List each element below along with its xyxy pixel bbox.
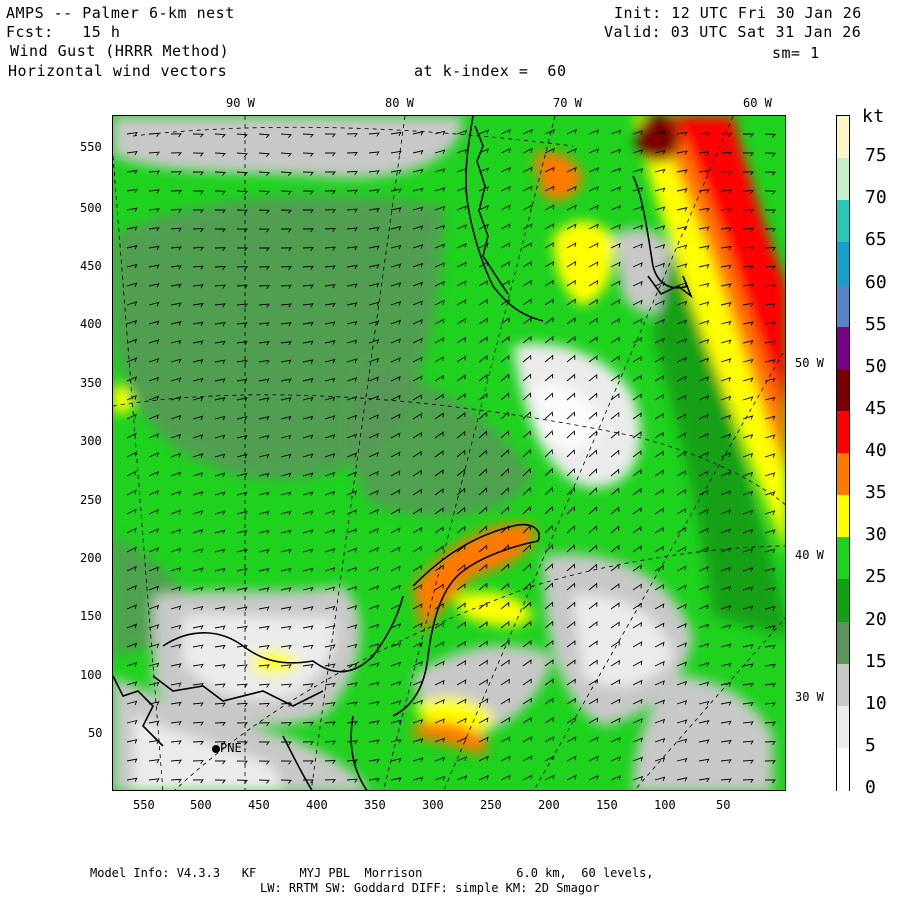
colorbar-level-label: 35 [865, 482, 887, 504]
colorbar-level-label: 20 [865, 608, 887, 630]
lon-label-80w: 80 W [385, 96, 414, 110]
colorbar-segment [837, 453, 849, 496]
x-tick-150: 150 [596, 798, 618, 812]
map-title: AMPS -- Palmer 6-km nest [6, 4, 235, 22]
colorbar-segment [837, 158, 849, 201]
x-tick-450: 450 [248, 798, 270, 812]
colorbar-segment [837, 495, 849, 538]
wind-gust-map[interactable] [112, 115, 786, 791]
colorbar-segment [837, 410, 849, 454]
x-tick-400: 400 [306, 798, 328, 812]
forecast-hour: Fcst: 15 h [6, 23, 121, 41]
colorbar-unit: kt [862, 106, 885, 127]
colorbar-level-label: 75 [865, 145, 887, 167]
colorbar-level-label: 65 [865, 229, 887, 251]
lon-label-30w: 30 W [795, 690, 824, 704]
y-tick-300: 300 [80, 434, 102, 448]
y-tick-50: 50 [88, 726, 103, 740]
x-tick-250: 250 [480, 798, 502, 812]
map-canvas [113, 116, 785, 790]
y-tick-400: 400 [80, 317, 102, 331]
colorbar-segment [837, 537, 849, 580]
lon-label-60w: 60 W [743, 96, 772, 110]
y-tick-150: 150 [80, 609, 102, 623]
y-tick-550: 550 [80, 140, 102, 154]
colorbar-segment [837, 326, 849, 370]
lon-label-50w: 50 W [795, 356, 824, 370]
init-time: Init: 12 UTC Fri 30 Jan 26 [614, 4, 862, 22]
colorbar-segment [837, 200, 849, 243]
colorbar-level-label: 45 [865, 397, 887, 419]
colorbar-segment [837, 116, 849, 159]
model-info-line1: Model Info: V4.3.3 KF MYJ PBL Morrison 6… [90, 866, 654, 880]
y-tick-450: 450 [80, 259, 102, 273]
colorbar-segment [837, 368, 849, 412]
x-tick-200: 200 [538, 798, 560, 812]
x-tick-300: 300 [422, 798, 444, 812]
colorbar-level-label: 0 [865, 777, 876, 798]
colorbar-level-label: 15 [865, 650, 887, 672]
colorbar-segment [837, 705, 849, 749]
x-tick-50: 50 [716, 798, 731, 812]
colorbar-segment [837, 621, 849, 665]
x-tick-100: 100 [654, 798, 676, 812]
colorbar-level-label: 10 [865, 692, 887, 714]
smoothing-label: sm= 1 [772, 44, 820, 62]
lon-label-70w: 70 W [553, 96, 582, 110]
x-tick-550: 550 [133, 798, 155, 812]
colorbar-level-label: 55 [865, 313, 887, 335]
colorbar-level-label: 50 [865, 355, 887, 377]
subfield-name: Horizontal wind vectors [8, 62, 228, 80]
y-tick-100: 100 [80, 668, 102, 682]
y-tick-250: 250 [80, 493, 102, 507]
station-marker-pne [212, 745, 220, 753]
y-tick-350: 350 [80, 376, 102, 390]
colorbar-level-label: 25 [865, 566, 887, 588]
level-label: at k-index = 60 [414, 62, 567, 80]
field-name: Wind Gust (HRRR Method) [10, 42, 230, 60]
colorbar-segment [837, 747, 849, 791]
colorbar-segment [837, 242, 849, 285]
station-label-pne: PNE [220, 741, 242, 755]
colorbar [836, 115, 850, 791]
colorbar-level-label: 40 [865, 440, 887, 461]
colorbar-level-label: 5 [865, 734, 876, 756]
lon-label-90w: 90 W [226, 96, 255, 110]
colorbar-segment [837, 284, 849, 328]
valid-time: Valid: 03 UTC Sat 31 Jan 26 [604, 23, 862, 41]
y-tick-200: 200 [80, 551, 102, 565]
x-tick-500: 500 [190, 798, 212, 812]
colorbar-segment [837, 663, 849, 707]
y-tick-500: 500 [80, 201, 102, 215]
colorbar-level-label: 70 [865, 187, 887, 209]
colorbar-level-label: 60 [865, 271, 887, 293]
colorbar-segment [837, 579, 849, 622]
x-tick-350: 350 [364, 798, 386, 812]
model-info-line2: LW: RRTM SW: Goddard DIFF: simple KM: 2D… [260, 881, 600, 895]
lon-label-40w: 40 W [795, 548, 824, 562]
colorbar-level-label: 30 [865, 524, 887, 546]
